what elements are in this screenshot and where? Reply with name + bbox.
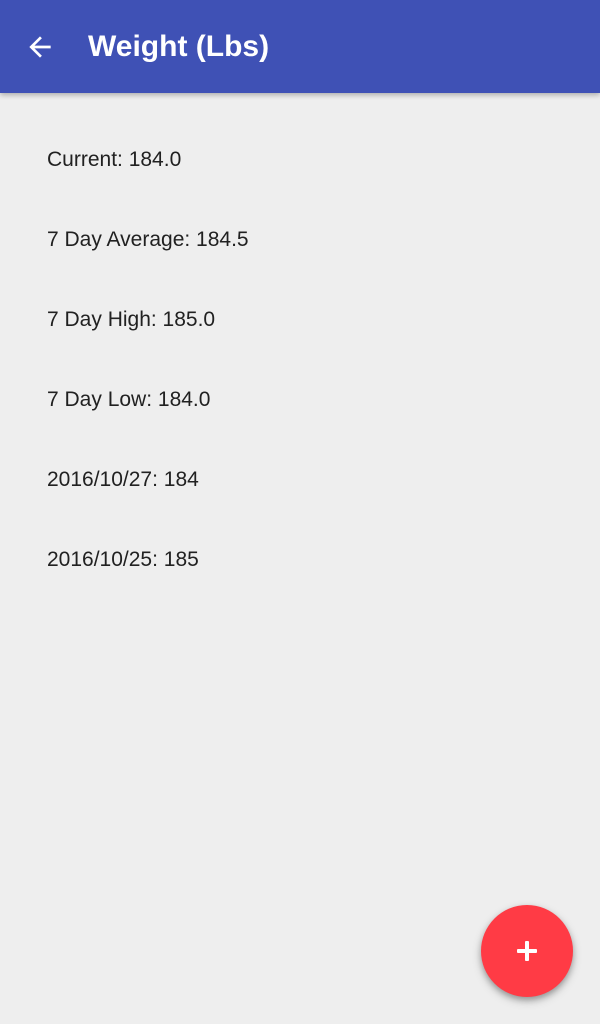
seven-day-high: 7 Day High: 185.0 xyxy=(47,308,216,331)
current-weight: Current: 184.0 xyxy=(47,148,182,171)
weight-entry-2016-10-25: 2016/10/25: 185 xyxy=(47,548,199,571)
plus-icon xyxy=(515,939,539,963)
page-title: Weight (Lbs) xyxy=(88,30,270,63)
add-weight-button[interactable] xyxy=(481,905,573,997)
main-content: Current: 184.0 7 Day Average: 184.5 7 Da… xyxy=(0,93,600,1024)
app-bar: Weight (Lbs) xyxy=(0,0,600,93)
seven-day-low: 7 Day Low: 184.0 xyxy=(47,388,211,411)
seven-day-average: 7 Day Average: 184.5 xyxy=(47,228,249,251)
weight-entry-2016-10-27: 2016/10/27: 184 xyxy=(47,468,199,491)
arrow-back-icon xyxy=(24,31,56,63)
back-button[interactable] xyxy=(12,19,68,75)
